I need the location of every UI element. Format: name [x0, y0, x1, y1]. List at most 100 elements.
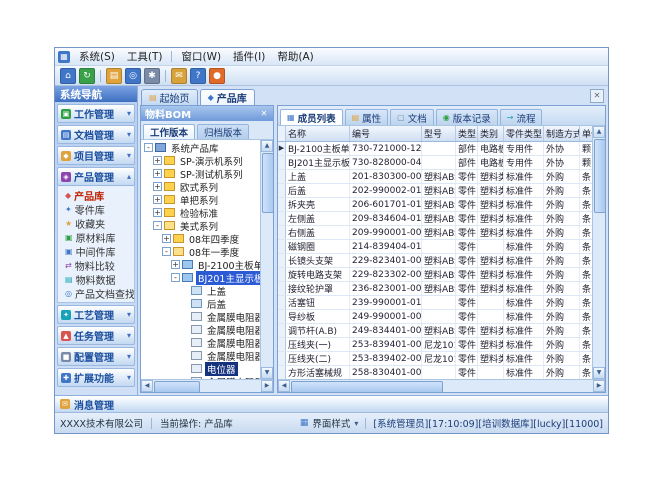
- sidebar-section-0[interactable]: ▣工作管理▾: [57, 104, 135, 123]
- table-row[interactable]: 长镜头支架229-823401-00E塑料ABS零件塑料类标准件外购条: [278, 254, 592, 268]
- sidebar-item-5[interactable]: ⇄物料比较: [58, 258, 134, 272]
- member-tab-4[interactable]: →流程: [500, 109, 543, 125]
- tree-node[interactable]: 电位器: [141, 362, 260, 375]
- message-manager-bar[interactable]: ✉ 消息管理: [55, 395, 608, 412]
- table-row[interactable]: 旋转电路支架229-823302-00E塑料ABS零件塑料类标准件外购条: [278, 268, 592, 282]
- menu-item-3[interactable]: 插件(I): [227, 48, 271, 65]
- sidebar-item-1[interactable]: ✦零件库: [58, 202, 134, 216]
- tree-scroll-thumb[interactable]: [262, 153, 274, 213]
- tree-node[interactable]: -美式系列: [141, 219, 260, 232]
- scroll-right-icon[interactable]: ▶: [261, 380, 273, 392]
- scroll-up-icon[interactable]: ▲: [261, 140, 273, 152]
- mail-icon[interactable]: ✉: [171, 68, 187, 84]
- table-row[interactable]: 接纹轮护罩236-823001-00E塑料ABS零件塑料类标准件外购条: [278, 282, 592, 296]
- settings-icon[interactable]: ✱: [144, 68, 160, 84]
- expand-icon[interactable]: +: [153, 169, 162, 178]
- tree-node[interactable]: +SP-演示机系列: [141, 154, 260, 167]
- table-row[interactable]: 右侧盖209-990001-00E塑料ABS零件塑料类标准件外购条: [278, 226, 592, 240]
- scroll-left-icon[interactable]: ◀: [141, 380, 153, 392]
- tree-node[interactable]: +SP-测试机系列: [141, 167, 260, 180]
- tree-node[interactable]: 金属膜电阻器: [141, 349, 260, 362]
- expand-icon[interactable]: +: [153, 182, 162, 191]
- table-row[interactable]: 拆夹壳206-601701-01E塑料ABS零件塑料类标准件外购条: [278, 198, 592, 212]
- tree-node[interactable]: 上盖: [141, 284, 260, 297]
- tree-node[interactable]: +检验标准: [141, 206, 260, 219]
- scroll-up-icon[interactable]: ▲: [593, 126, 605, 138]
- tree-node[interactable]: +08年四季度: [141, 232, 260, 245]
- bom-tab-1[interactable]: 归档版本: [197, 124, 249, 139]
- menu-item-2[interactable]: 窗口(W): [175, 48, 227, 65]
- bom-tab-0[interactable]: 工作版本: [143, 124, 195, 139]
- help-icon[interactable]: ?: [190, 68, 206, 84]
- tab-0[interactable]: ▤起始页: [141, 89, 198, 105]
- column-header[interactable]: 类别: [478, 126, 504, 141]
- grid-vertical-scrollbar[interactable]: ▲ ▼: [592, 126, 605, 379]
- sidebar-section-5[interactable]: ▲任务管理▾: [57, 326, 135, 345]
- chevron-down-icon[interactable]: ▾: [354, 419, 358, 428]
- scroll-down-icon[interactable]: ▼: [261, 367, 273, 379]
- tree-vertical-scrollbar[interactable]: ▲ ▼: [260, 140, 273, 379]
- close-icon[interactable]: ✕: [590, 89, 604, 103]
- member-tab-3[interactable]: ◉版本记录: [436, 109, 498, 125]
- sidebar-section-4[interactable]: ✦工艺管理▾: [57, 305, 135, 324]
- table-row[interactable]: 调节杆(A.B)249-834401-00E塑料ABS零件塑料类标准件外购条: [278, 324, 592, 338]
- member-tab-1[interactable]: ▤属性: [345, 109, 389, 125]
- menu-item-4[interactable]: 帮助(A): [271, 48, 319, 65]
- member-tab-0[interactable]: ▦成员列表: [280, 109, 343, 125]
- tree-node[interactable]: +单把系列: [141, 193, 260, 206]
- tree-node[interactable]: -08年一季度: [141, 245, 260, 258]
- tree-node[interactable]: 后盖: [141, 297, 260, 310]
- collapse-icon[interactable]: -: [162, 247, 171, 256]
- scroll-right-icon[interactable]: ▶: [593, 380, 605, 392]
- table-row[interactable]: 压线夹(二)253-839402-00E尼龙1010零件塑料类标准件外购条: [278, 352, 592, 366]
- column-header[interactable]: 单位: [580, 126, 592, 141]
- column-header[interactable]: 制造方式: [544, 126, 580, 141]
- tree-node[interactable]: -BJ201主显示板: [141, 271, 260, 284]
- table-row[interactable]: 后盖202-990002-01E塑料ABS零件塑料类标准件外购条: [278, 184, 592, 198]
- column-header[interactable]: 零件类型: [504, 126, 544, 141]
- sidebar-item-3[interactable]: ▣原材料库: [58, 230, 134, 244]
- tree-node[interactable]: +BJ-2100主板单点: [141, 258, 260, 271]
- table-row[interactable]: 上盖201-830300-00E塑料ABS零件塑料类标准件外购条: [278, 170, 592, 184]
- sidebar-item-4[interactable]: ▣中间件库: [58, 244, 134, 258]
- tree-node[interactable]: 金属膜电阻器: [141, 336, 260, 349]
- table-row[interactable]: 方形活塞械规258-830401-00E零件标准件外购条: [278, 366, 592, 379]
- collapse-icon[interactable]: -: [171, 273, 180, 282]
- table-row[interactable]: BJ201主显示板730-828000-04E部件电路板专用件外协颗: [278, 156, 592, 170]
- tab-1[interactable]: ◆产品库: [200, 89, 255, 105]
- search-icon[interactable]: ◎: [125, 68, 141, 84]
- expand-icon[interactable]: +: [171, 260, 180, 269]
- column-header[interactable]: 类型: [456, 126, 478, 141]
- expand-icon[interactable]: +: [162, 234, 171, 243]
- expand-icon[interactable]: +: [153, 195, 162, 204]
- close-icon[interactable]: ✕: [259, 109, 269, 118]
- column-header[interactable]: 名称: [286, 126, 350, 141]
- tree-node[interactable]: +欧式系列: [141, 180, 260, 193]
- sidebar-section-7[interactable]: ✚扩展功能▾: [57, 368, 135, 387]
- expand-icon[interactable]: +: [153, 156, 162, 165]
- table-row[interactable]: 导纱板249-990001-00E零件标准件外购条: [278, 310, 592, 324]
- tree-node[interactable]: -系统产品库: [141, 141, 260, 154]
- sidebar-item-0[interactable]: ◆产品库: [58, 188, 134, 202]
- tree-hscroll-thumb[interactable]: [154, 381, 200, 393]
- sidebar-section-3[interactable]: ◈产品管理▴: [57, 167, 135, 186]
- column-header[interactable]: 编号: [350, 126, 422, 141]
- tree-node[interactable]: 金属膜电阻器: [141, 310, 260, 323]
- ui-style-selector[interactable]: 界面样式: [312, 416, 350, 430]
- exit-icon[interactable]: ●: [209, 68, 225, 84]
- home-icon[interactable]: ⌂: [60, 68, 76, 84]
- tree-node[interactable]: 金属膜电阻器: [141, 323, 260, 336]
- table-row[interactable]: 活塞钮239-990001-01E零件标准件外购条: [278, 296, 592, 310]
- grid-scroll-thumb[interactable]: [594, 139, 606, 213]
- sidebar-item-2[interactable]: ★收藏夹: [58, 216, 134, 230]
- scroll-left-icon[interactable]: ◀: [278, 380, 290, 392]
- table-row[interactable]: 磁钢圈214-839404-01E零件标准件外购条: [278, 240, 592, 254]
- sidebar-item-6[interactable]: ▤物料数据: [58, 272, 134, 286]
- sidebar-section-6[interactable]: ■配置管理▾: [57, 347, 135, 366]
- sidebar-section-2[interactable]: ◆项目管理▾: [57, 146, 135, 165]
- refresh-icon[interactable]: ↻: [79, 68, 95, 84]
- tree-horizontal-scrollbar[interactable]: ◀ ▶: [141, 379, 273, 392]
- scroll-down-icon[interactable]: ▼: [593, 367, 605, 379]
- table-row[interactable]: 压线夹(一)253-839401-00E尼龙1010零件塑料类标准件外购条: [278, 338, 592, 352]
- folder-icon[interactable]: ▤: [106, 68, 122, 84]
